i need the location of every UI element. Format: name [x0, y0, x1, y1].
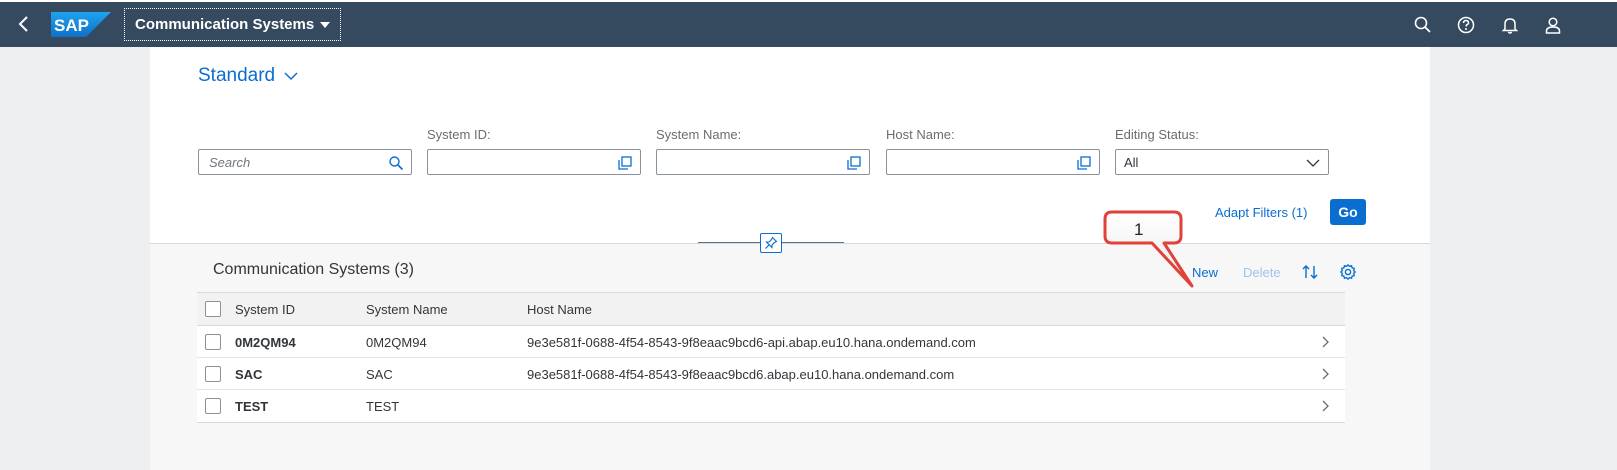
- chevron-right-icon[interactable]: [1319, 336, 1331, 348]
- search-placeholder: Search: [209, 155, 251, 170]
- search-input[interactable]: Search: [198, 149, 412, 175]
- app-title: Communication Systems: [135, 16, 315, 33]
- settings-gear-icon[interactable]: [1339, 263, 1357, 281]
- variant-label: Standard: [198, 65, 276, 86]
- select-all-checkbox[interactable]: [205, 301, 221, 317]
- system-name-input[interactable]: [656, 149, 870, 175]
- chevron-right-icon[interactable]: [1319, 400, 1331, 412]
- host-name-label: Host Name:: [886, 127, 955, 142]
- pushpin-icon: [765, 236, 778, 249]
- go-button[interactable]: Go: [1330, 199, 1366, 225]
- table-row[interactable]: SAC SAC 9e3e581f-0688-4f54-8543-9f8eaac9…: [197, 358, 1345, 390]
- sap-logo[interactable]: SAP: [51, 12, 111, 37]
- editing-status-value: All: [1124, 155, 1139, 170]
- back-arrow-icon[interactable]: [14, 14, 34, 34]
- row-checkbox[interactable]: [205, 366, 221, 382]
- search-icon[interactable]: [1413, 15, 1433, 35]
- value-help-icon[interactable]: [617, 155, 633, 171]
- pin-header-button[interactable]: [760, 233, 782, 253]
- value-help-icon[interactable]: [1076, 155, 1092, 171]
- table-row[interactable]: TEST TEST: [197, 390, 1345, 422]
- editing-status-label: Editing Status:: [1115, 127, 1199, 142]
- caret-down-icon: [320, 22, 331, 28]
- column-header-system-name[interactable]: System Name: [366, 302, 448, 317]
- row-checkbox[interactable]: [205, 398, 221, 414]
- table-section: Communication Systems (3) New Delete Sys…: [150, 244, 1430, 470]
- chevron-down-icon: [1306, 159, 1320, 167]
- shell-bar: SAP Communication Systems: [0, 2, 1617, 47]
- table-title: Communication Systems (3): [213, 261, 414, 278]
- app-title-menu[interactable]: Communication Systems: [124, 8, 342, 41]
- cell-host-name: 9e3e581f-0688-4f54-8543-9f8eaac9bcd6.aba…: [527, 367, 955, 382]
- systems-table: System ID System Name Host Name 0M2QM94 …: [197, 292, 1345, 423]
- table-row[interactable]: 0M2QM94 0M2QM94 9e3e581f-0688-4f54-8543-…: [197, 326, 1345, 358]
- cell-host-name: 9e3e581f-0688-4f54-8543-9f8eaac9bcd6-api…: [527, 335, 976, 350]
- system-id-label: System ID:: [427, 127, 491, 142]
- system-id-input[interactable]: [427, 149, 641, 175]
- svg-text:SAP: SAP: [54, 16, 89, 35]
- variant-selector[interactable]: Standard: [198, 65, 299, 87]
- main-content: Standard Search System ID: System Name: …: [150, 47, 1430, 470]
- table-header: System ID System Name Host Name: [197, 293, 1345, 326]
- row-checkbox[interactable]: [205, 334, 221, 350]
- delete-button[interactable]: Delete: [1243, 265, 1281, 280]
- host-name-input[interactable]: [886, 149, 1100, 175]
- cell-system-name: TEST: [366, 399, 400, 414]
- column-header-system-id[interactable]: System ID: [235, 302, 295, 317]
- sort-icon[interactable]: [1301, 263, 1319, 281]
- chevron-right-icon[interactable]: [1319, 368, 1331, 380]
- search-icon[interactable]: [388, 155, 404, 171]
- editing-status-select[interactable]: All: [1115, 149, 1329, 175]
- system-name-label: System Name:: [656, 127, 742, 142]
- chevron-down-icon: [284, 72, 298, 81]
- cell-system-id: SAC: [235, 367, 263, 382]
- adapt-filters-link[interactable]: Adapt Filters (1): [1215, 205, 1307, 220]
- cell-system-name: 0M2QM94: [366, 335, 427, 350]
- notification-bell-icon[interactable]: [1500, 15, 1520, 35]
- new-button[interactable]: New: [1192, 265, 1218, 280]
- column-header-host-name[interactable]: Host Name: [527, 302, 592, 317]
- value-help-icon[interactable]: [846, 155, 862, 171]
- pin-divider-right: [782, 242, 844, 243]
- cell-system-id: 0M2QM94: [235, 335, 296, 350]
- help-icon[interactable]: [1456, 15, 1476, 35]
- pin-divider-left: [698, 242, 760, 243]
- cell-system-id: TEST: [235, 399, 269, 414]
- cell-system-name: SAC: [366, 367, 393, 382]
- user-profile-icon[interactable]: [1543, 15, 1563, 35]
